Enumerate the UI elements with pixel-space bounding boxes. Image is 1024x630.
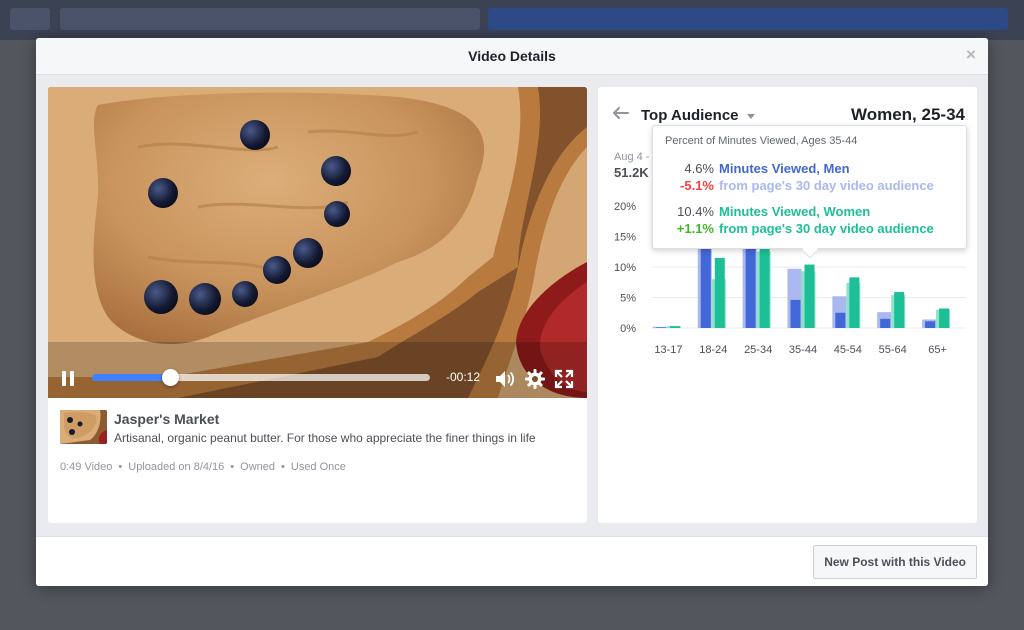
fullscreen-icon[interactable] [553, 368, 575, 390]
tooltip-heading: Percent of Minutes Viewed, Ages 35-44 [665, 135, 858, 147]
women-bar-65+[interactable] [939, 308, 950, 328]
background-search [60, 8, 480, 30]
men-bar-45-54[interactable] [835, 312, 846, 328]
chart-tooltip: Percent of Minutes Viewed, Ages 35-44 4.… [652, 125, 968, 259]
settings-gear-icon[interactable] [524, 368, 546, 390]
women-delta: +1.1% [676, 221, 714, 236]
new-post-with-video-button[interactable]: New Post with this Video [813, 545, 977, 579]
y-tick-label: 15% [614, 232, 636, 244]
tooltip-women-delta-row: +1.1% from page's 30 day video audience [653, 221, 968, 238]
ownership: Owned [240, 461, 276, 473]
video-frame [48, 87, 587, 398]
tooltip-men-row: 4.6% Minutes Viewed, Men [653, 161, 968, 178]
women-bar-25-34[interactable] [759, 236, 770, 329]
separator-dot: • [230, 461, 235, 473]
video-description: Artisanal, organic peanut butter. For th… [114, 431, 536, 445]
back-arrow-icon[interactable] [612, 106, 630, 120]
video-duration: 0:49 Video [60, 461, 113, 473]
close-icon[interactable]: × [963, 46, 979, 63]
audience-dropdown[interactable]: Top Audience [641, 107, 739, 124]
women-delta-label: from page's 30 day video audience [719, 221, 934, 236]
separator-dot: • [281, 461, 285, 473]
chevron-down-icon[interactable] [747, 114, 755, 119]
women-bar-13-17[interactable] [669, 326, 680, 328]
page-name-link[interactable]: Jasper's Market [114, 411, 219, 427]
men-bar-18-24[interactable] [700, 239, 711, 328]
time-remaining: -00:12 [446, 370, 481, 384]
pause-icon[interactable] [62, 371, 76, 386]
modal-header: Video Details × [36, 38, 988, 75]
women-bar-35-44[interactable] [804, 264, 815, 328]
tooltip-women-row: 10.4% Minutes Viewed, Women [653, 204, 968, 221]
seek-progress [92, 374, 170, 381]
date-range-label: Aug 4 - [614, 151, 650, 163]
x-tick-label: 65+ [928, 344, 947, 356]
women-value: 10.4% [677, 204, 714, 219]
men-delta: -5.1% [680, 178, 714, 193]
men-label: Minutes Viewed, Men [719, 161, 850, 176]
x-tick-label: 35-44 [789, 344, 817, 356]
women-bar-55-64[interactable] [894, 292, 905, 328]
tooltip-men-delta-row: -5.1% from page's 30 day video audience [653, 178, 968, 195]
men-delta-label: from page's 30 day video audience [719, 178, 934, 193]
video-player[interactable]: -00:12 [48, 87, 587, 398]
usage-count: Used Once [290, 461, 346, 473]
volume-icon[interactable] [494, 368, 516, 390]
background-nav [488, 8, 1008, 30]
men-bar-25-34[interactable] [745, 242, 756, 328]
total-minutes-viewed: 51.2K [614, 165, 649, 180]
y-tick-label: 10% [614, 262, 636, 274]
x-tick-label: 25-34 [744, 344, 772, 356]
women-bar-45-54[interactable] [849, 277, 860, 328]
men-bar-65+[interactable] [925, 321, 936, 328]
x-tick-label: 13-17 [654, 344, 682, 356]
men-bar-55-64[interactable] [880, 318, 891, 328]
men-bar-35-44[interactable] [790, 299, 801, 328]
men-bar-13-17[interactable] [655, 327, 666, 328]
modal-title: Video Details [468, 48, 556, 64]
y-tick-label: 5% [620, 293, 636, 305]
video-facts: 0:49 Video • Uploaded on 8/4/16 • Owned • Used… [60, 461, 346, 473]
y-tick-label: 0% [620, 323, 636, 335]
x-tick-label: 18-24 [699, 344, 727, 356]
video-details-modal: Video Details × -00:12 Jasper's Market A… [36, 38, 988, 586]
video-card: -00:12 Jasper's Market Artisanal, organi… [48, 87, 587, 523]
separator-dot: • [118, 461, 123, 473]
women-label: Minutes Viewed, Women [719, 204, 871, 219]
player-controls: -00:12 [48, 362, 587, 398]
x-tick-label: 55-64 [879, 344, 907, 356]
women-bar-18-24[interactable] [714, 257, 725, 328]
seek-bar[interactable] [92, 369, 430, 386]
background-toolbar [0, 0, 1024, 40]
top-audience-segment: Women, 25-34 [850, 105, 965, 124]
x-tick-label: 45-54 [834, 344, 862, 356]
video-thumbnail[interactable] [60, 410, 107, 444]
background-logo [10, 8, 50, 30]
y-tick-label: 20% [614, 201, 636, 213]
seek-handle[interactable] [161, 369, 179, 386]
upload-date: Uploaded on 8/4/16 [128, 461, 225, 473]
modal-footer: New Post with this Video [36, 536, 988, 586]
men-value: 4.6% [684, 161, 714, 176]
